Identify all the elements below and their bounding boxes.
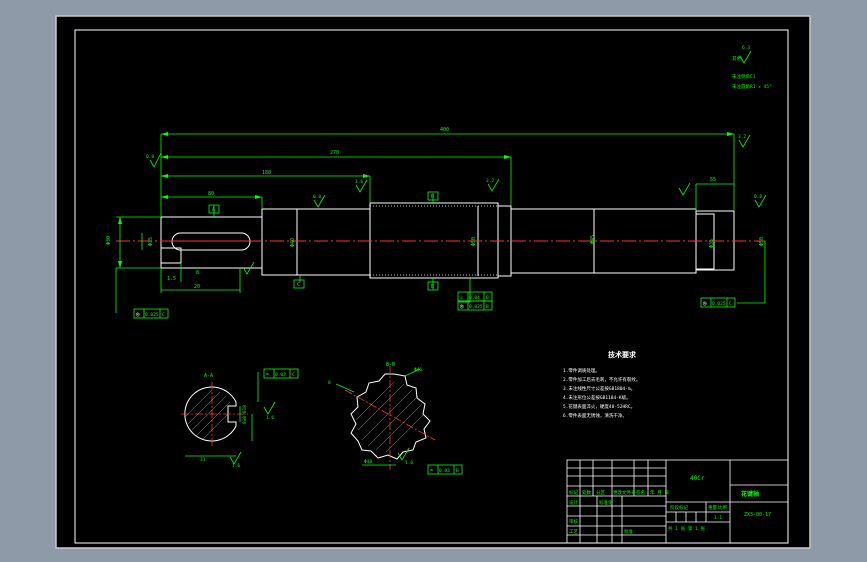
section-a-label: A-A [204, 373, 213, 379]
title-block-drawing-no: ZX3-00-17 [744, 512, 771, 518]
title-block-part-name: 花键轴 [741, 490, 759, 498]
svg-text:工艺: 工艺 [569, 529, 578, 535]
title-block-sheet: 共 1 张 第 1 张 [668, 525, 705, 532]
svg-text:C: C [292, 372, 295, 378]
svg-text:更改文件号: 更改文件号 [613, 489, 636, 496]
svg-text:C: C [162, 312, 165, 318]
svg-text:0.03: 0.03 [275, 372, 286, 378]
dim-right-end: 55 [710, 177, 716, 183]
svg-text:B: B [486, 295, 489, 301]
svg-text:重量: 重量 [708, 504, 717, 511]
svg-text:◎: ◎ [703, 300, 707, 307]
svg-text:年 月 日: 年 月 日 [650, 489, 669, 496]
section-b-span: Φ48 [364, 459, 372, 465]
note-chamfer: 未注倒角C1 [732, 73, 756, 80]
dia-right-section: Φ50 [759, 237, 765, 246]
tech-item-5: 5.花键表面淬火，硬度48-52HRC。 [563, 403, 635, 410]
section-b-dia: Φ46 [414, 367, 422, 373]
svg-text:B: B [486, 304, 489, 310]
ra-general: 6.3 [742, 45, 750, 51]
dia-right-seat: Φ45 [590, 235, 596, 244]
section-a-depth: 31 [200, 457, 206, 463]
svg-text:◎: ◎ [460, 303, 464, 310]
dim-270: 270 [330, 150, 339, 156]
section-a-width: 8±0.018 [242, 405, 248, 424]
dia-spline-body: Φ50 [471, 237, 477, 246]
svg-text:◎: ◎ [136, 311, 140, 318]
dim-left-end: 20 [194, 284, 200, 290]
svg-text:比例: 比例 [718, 504, 727, 511]
svg-text:标准化: 标准化 [599, 499, 613, 506]
svg-text:阶段标记: 阶段标记 [670, 504, 688, 511]
svg-text:0.025: 0.025 [469, 304, 483, 310]
dia-shoulder: Φ40 [290, 238, 296, 247]
ra-spline: 0.8 [313, 194, 321, 200]
svg-text:=: = [430, 468, 433, 474]
note-fillet: 未注圆角R1 x 45° [732, 83, 772, 90]
tech-item-1: 1.零件调质处理。 [563, 367, 600, 374]
section-b-small: 8 [328, 380, 331, 386]
ra-section-b: 1.6 [405, 460, 413, 466]
svg-text:0.025: 0.025 [712, 301, 726, 307]
svg-text:=: = [266, 372, 269, 378]
dia-right-key: Φ35 [709, 239, 715, 248]
dim-180: 180 [262, 170, 271, 176]
datum-b: B [431, 284, 434, 290]
datum-c: C [297, 282, 300, 288]
title-block-material: 40Cr [690, 475, 705, 482]
dim-overall: 400 [440, 127, 449, 133]
tech-item-4: 4.未注形位公差按GB1184-K级。 [563, 394, 631, 401]
ra-right-top: 3.2 [738, 134, 746, 140]
note-other: 其余 [732, 55, 741, 62]
datum-d: D [431, 194, 434, 200]
svg-text:0.025: 0.025 [145, 312, 159, 318]
ra-section-a-b: 1.6 [232, 463, 240, 469]
svg-text:0.03: 0.03 [439, 468, 450, 474]
ra-right-end: 0.8 [754, 194, 762, 200]
svg-text:批准: 批准 [624, 528, 633, 535]
svg-text:设计: 设计 [569, 499, 578, 506]
tech-item-2: 2.零件加工后去毛刺，不允许有裂纹。 [563, 376, 640, 383]
svg-text:标记: 标记 [569, 489, 578, 496]
svg-text:分区: 分区 [596, 489, 605, 496]
dim-keyseat: 8 [196, 270, 199, 276]
svg-text:审核: 审核 [569, 518, 578, 525]
svg-text:C: C [729, 301, 732, 307]
tech-item-3: 3.未注线性尺寸公差按GB1804-m。 [563, 385, 635, 392]
datum-a: A [212, 207, 215, 213]
svg-text:B: B [456, 468, 459, 474]
svg-text:∠: ∠ [460, 295, 463, 301]
ra-section-a: 1.6 [266, 415, 274, 421]
tech-item-6: 6.零件表面无锈蚀，清洗干净。 [563, 412, 627, 419]
tech-title: 技术要求 [608, 350, 637, 359]
ra-mid: 1.6 [355, 179, 363, 185]
title-block-scale: 1:1 [714, 515, 722, 521]
dim-keyseat-small: 1.5 [167, 276, 176, 282]
ra-spline-tip: 3.2 [486, 178, 494, 184]
dia-left-extent: Φ30 [106, 236, 112, 245]
svg-text:0.04: 0.04 [469, 295, 480, 301]
svg-text:签名: 签名 [636, 489, 645, 496]
dia-left-journal: Φ35 [148, 237, 154, 246]
svg-text:处数: 处数 [582, 489, 591, 496]
cad-drawing-canvas: 400 270 180 80 55 20 8 1.5 Φ30 Φ35 Φ40 Φ… [55, 15, 811, 549]
section-b-label: B-B [386, 362, 395, 368]
ra-top-left: 0.8 [146, 154, 154, 160]
dim-80: 80 [208, 191, 214, 197]
